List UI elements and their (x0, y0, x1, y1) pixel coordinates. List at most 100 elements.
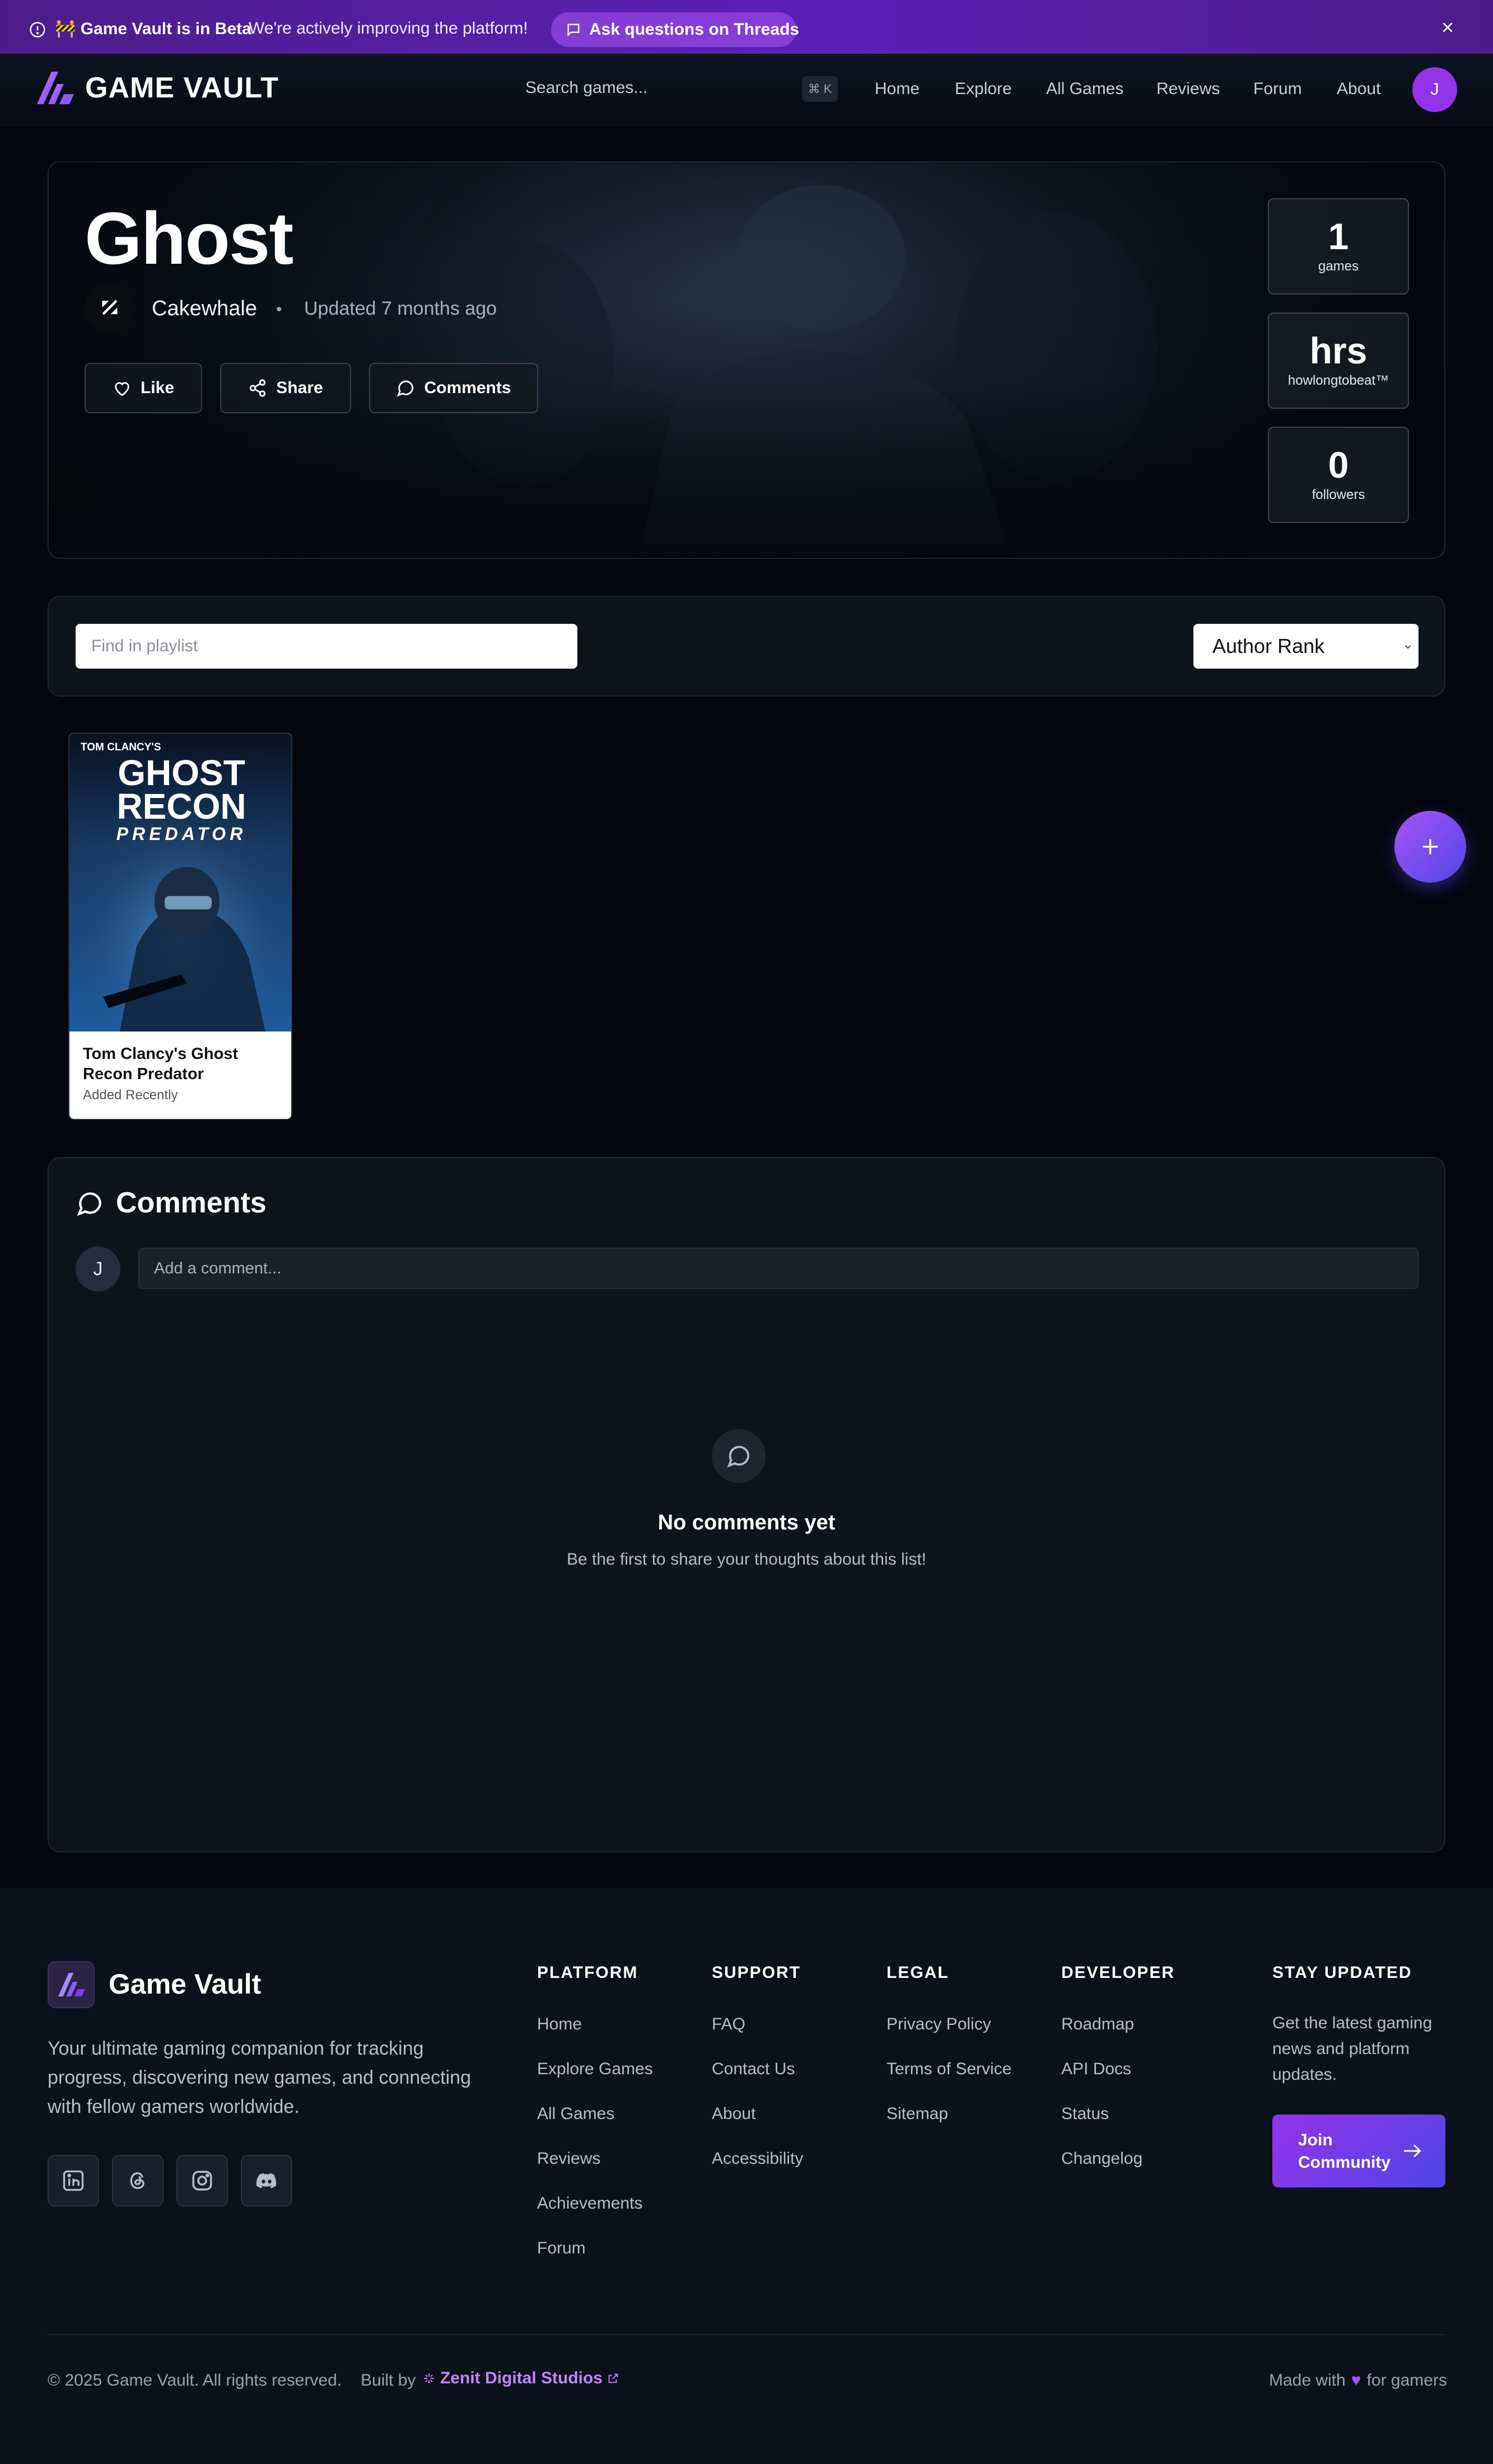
sort-select[interactable]: Author Rank (1193, 624, 1419, 669)
footer-heading-legal: LEGAL (887, 1963, 949, 1982)
game-title[interactable]: Tom Clancy's Ghost Recon Predator (83, 1044, 284, 1084)
comment-user-avatar: J (76, 1247, 120, 1291)
stat-games: 1 games (1268, 198, 1409, 295)
brand-logo[interactable]: GAME VAULT (35, 69, 279, 106)
beta-message: We're actively improving the platform! (249, 19, 528, 38)
empty-comments-title: No comments yet (657, 1511, 836, 1534)
footer-heading-platform: PLATFORM (537, 1963, 638, 1982)
footer-heading-developer: DEVELOPER (1061, 1963, 1175, 1982)
comments-section: Comments J No comments yet Be the first … (48, 1157, 1445, 1852)
sort-selected-value: Author Rank (1212, 634, 1325, 657)
like-button[interactable]: Like (85, 363, 202, 413)
game-cover-art: TOM CLANCY'S GHOST RECON PREDATOR (69, 734, 291, 1032)
footer-link-achievements[interactable]: Achievements (537, 2194, 642, 2213)
meta-separator: • (276, 300, 282, 319)
game-card[interactable]: TOM CLANCY'S GHOST RECON PREDATOR Tom Cl… (68, 732, 292, 1120)
beta-title: 🚧 Game Vault is in Beta (55, 20, 251, 38)
footer-link-faq[interactable]: FAQ (712, 2015, 745, 2034)
share-icon (248, 379, 267, 398)
cover-brand: TOM CLANCY'S (81, 741, 161, 753)
find-in-playlist-input[interactable] (76, 624, 577, 669)
discord-icon[interactable] (241, 2155, 292, 2206)
nav-link-explore[interactable]: Explore (955, 80, 1012, 99)
footer-link-changelog[interactable]: Changelog (1061, 2149, 1142, 2168)
ask-threads-button[interactable]: Ask questions on Threads (551, 12, 800, 47)
search-shortcut: ⌘ K (802, 76, 838, 102)
instagram-icon[interactable] (176, 2155, 228, 2206)
join-community-button[interactable]: Join Community (1272, 2115, 1445, 2187)
author-avatar[interactable] (85, 282, 135, 333)
footer-heading-support: SUPPORT (712, 1963, 801, 1982)
search-input[interactable]: Search games... (525, 78, 647, 97)
comment-icon (396, 379, 415, 398)
footer-link-contact-us[interactable]: Contact Us (712, 2060, 795, 2079)
linkedin-icon[interactable] (48, 2155, 99, 2206)
comments-button[interactable]: Comments (369, 363, 538, 413)
footer-link-sitemap[interactable]: Sitemap (887, 2104, 948, 2124)
logo-icon (35, 69, 75, 106)
share-button[interactable]: Share (220, 363, 351, 413)
add-comment-input[interactable] (138, 1248, 1419, 1289)
built-by-label: Built by (361, 2371, 416, 2390)
footer-link-accessibility[interactable]: Accessibility (712, 2149, 803, 2168)
stat-followers: 0 followers (1268, 427, 1409, 523)
message-icon (566, 22, 581, 38)
playlist-filter-bar: Author Rank (48, 596, 1445, 697)
footer-heading-stay-updated: STAY UPDATED (1272, 1963, 1412, 1982)
nav-link-forum[interactable]: Forum (1253, 80, 1302, 99)
footer-link-about[interactable]: About (712, 2104, 755, 2124)
stat-hours-value: hrs (1309, 330, 1368, 371)
close-icon[interactable] (1440, 20, 1455, 35)
info-icon (29, 21, 46, 38)
studio-name: Zenit Digital Studios (440, 2369, 603, 2387)
footer-link-status[interactable]: Status (1061, 2104, 1109, 2124)
stat-followers-value: 0 (1328, 444, 1349, 486)
footer-brand[interactable]: Game Vault (109, 1968, 261, 2000)
copyright: © 2025 Game Vault. All rights reserved. (48, 2371, 342, 2390)
footer-link-reviews[interactable]: Reviews (537, 2149, 600, 2168)
heart-icon (113, 379, 132, 398)
nav-link-all-games[interactable]: All Games (1046, 80, 1123, 99)
arrow-right-icon (1402, 2143, 1422, 2159)
updated-timestamp: Updated 7 months ago (304, 298, 497, 319)
empty-comments-icon (712, 1429, 766, 1483)
footer-link-terms-of-service[interactable]: Terms of Service (887, 2060, 1011, 2079)
threads-icon[interactable] (112, 2155, 164, 2206)
external-link-icon (607, 2372, 619, 2384)
footer-link-roadmap[interactable]: Roadmap (1061, 2015, 1134, 2034)
nav-link-about[interactable]: About (1337, 80, 1380, 99)
author-name[interactable]: Cakewhale (152, 297, 257, 321)
footer-link-explore-games[interactable]: Explore Games (537, 2060, 653, 2079)
comments-label: Comments (424, 379, 511, 397)
playlist-title: Ghost (85, 197, 293, 279)
share-label: Share (276, 379, 323, 397)
footer-link-api-docs[interactable]: API Docs (1061, 2060, 1131, 2079)
footer-logo-icon (48, 1961, 95, 2008)
site-footer: Game Vault Your ultimate gaming companio… (0, 1888, 1493, 2464)
nav-link-reviews[interactable]: Reviews (1156, 80, 1220, 99)
studio-link[interactable]: Zenit Digital Studios (422, 2369, 619, 2388)
heart-icon: ♥ (1351, 2371, 1361, 2390)
empty-comments-text: Be the first to share your thoughts abou… (566, 1550, 926, 1569)
footer-divider (48, 2334, 1445, 2335)
stat-followers-label: followers (1312, 487, 1365, 502)
user-avatar[interactable]: J (1412, 67, 1457, 112)
cover-line3: PREDATOR (116, 824, 247, 844)
footer-link-home[interactable]: Home (537, 2015, 582, 2034)
add-game-button[interactable] (1394, 811, 1466, 883)
cover-line2: RECON (116, 786, 246, 827)
ask-threads-label: Ask questions on Threads (589, 20, 800, 39)
footer-link-privacy-policy[interactable]: Privacy Policy (887, 2015, 991, 2034)
stat-games-value: 1 (1328, 216, 1349, 257)
footer-link-all-games[interactable]: All Games (537, 2104, 614, 2124)
top-navigation: GAME VAULT Search games... ⌘ K Home Expl… (0, 54, 1493, 125)
nav-link-home[interactable]: Home (875, 80, 920, 99)
made-with: Made with ♥ for gamers (1269, 2371, 1447, 2390)
game-added-status: Added Recently (83, 1088, 178, 1103)
made-with-suffix: for gamers (1366, 2371, 1447, 2390)
playlist-header: Ghost Cakewhale • Updated 7 months ago L… (48, 161, 1445, 559)
plus-icon (1419, 836, 1441, 858)
brand-name: GAME VAULT (85, 72, 279, 104)
stat-hours-label: howlongtobeat™ (1287, 373, 1389, 388)
footer-link-forum[interactable]: Forum (537, 2239, 586, 2258)
